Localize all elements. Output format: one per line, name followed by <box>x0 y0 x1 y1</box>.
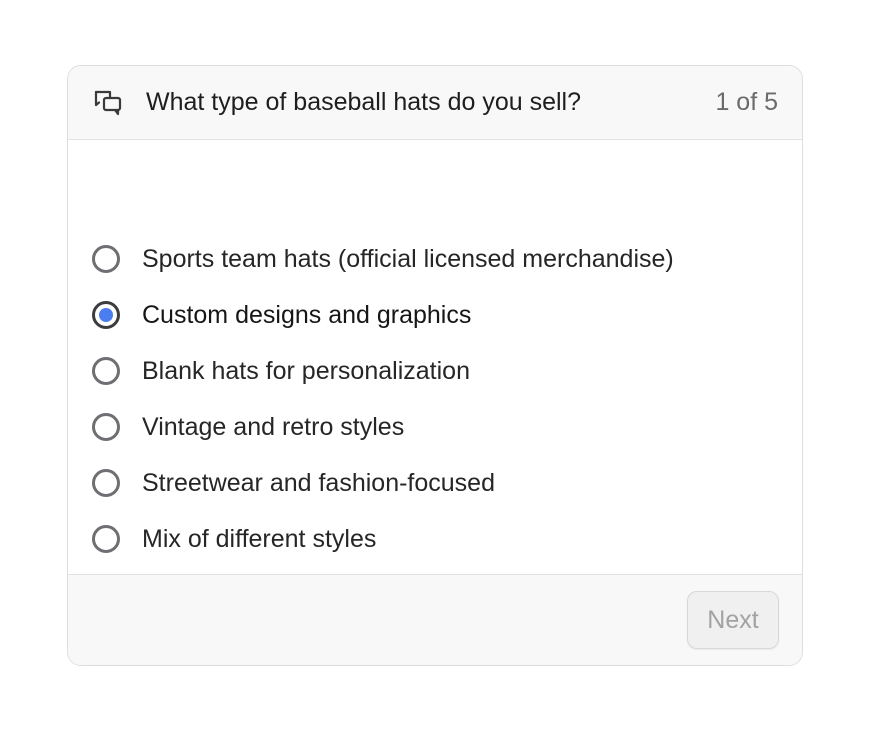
question-footer: Next <box>68 574 802 665</box>
question-card: What type of baseball hats do you sell? … <box>67 65 803 666</box>
radio-button[interactable] <box>92 357 120 385</box>
option-label: Streetwear and fashion-focused <box>142 468 495 497</box>
options-list: Sports team hats (official licensed merc… <box>68 140 802 623</box>
option-label: Custom designs and graphics <box>142 300 472 329</box>
step-counter: 1 of 5 <box>715 88 778 116</box>
option-vintage-retro[interactable]: Vintage and retro styles <box>92 407 778 447</box>
chat-bubbles-icon <box>92 87 124 119</box>
question-header: What type of baseball hats do you sell? … <box>68 66 802 140</box>
option-mix-of-styles[interactable]: Mix of different styles <box>92 519 778 559</box>
radio-button[interactable] <box>92 245 120 273</box>
radio-button[interactable] <box>92 413 120 441</box>
radio-button-selected[interactable] <box>92 301 120 329</box>
question-title: What type of baseball hats do you sell? <box>146 88 581 116</box>
option-label: Blank hats for personalization <box>142 356 470 385</box>
radio-button[interactable] <box>92 469 120 497</box>
option-sports-team-hats[interactable]: Sports team hats (official licensed merc… <box>92 239 778 279</box>
option-blank-hats[interactable]: Blank hats for personalization <box>92 351 778 391</box>
option-custom-designs[interactable]: Custom designs and graphics <box>92 295 778 335</box>
radio-button[interactable] <box>92 525 120 553</box>
option-label: Mix of different styles <box>142 524 377 553</box>
next-button[interactable]: Next <box>687 591 779 649</box>
radio-selected-dot <box>99 308 113 322</box>
option-label: Vintage and retro styles <box>142 412 405 441</box>
option-label: Sports team hats (official licensed merc… <box>142 244 674 273</box>
option-streetwear[interactable]: Streetwear and fashion-focused <box>92 463 778 503</box>
